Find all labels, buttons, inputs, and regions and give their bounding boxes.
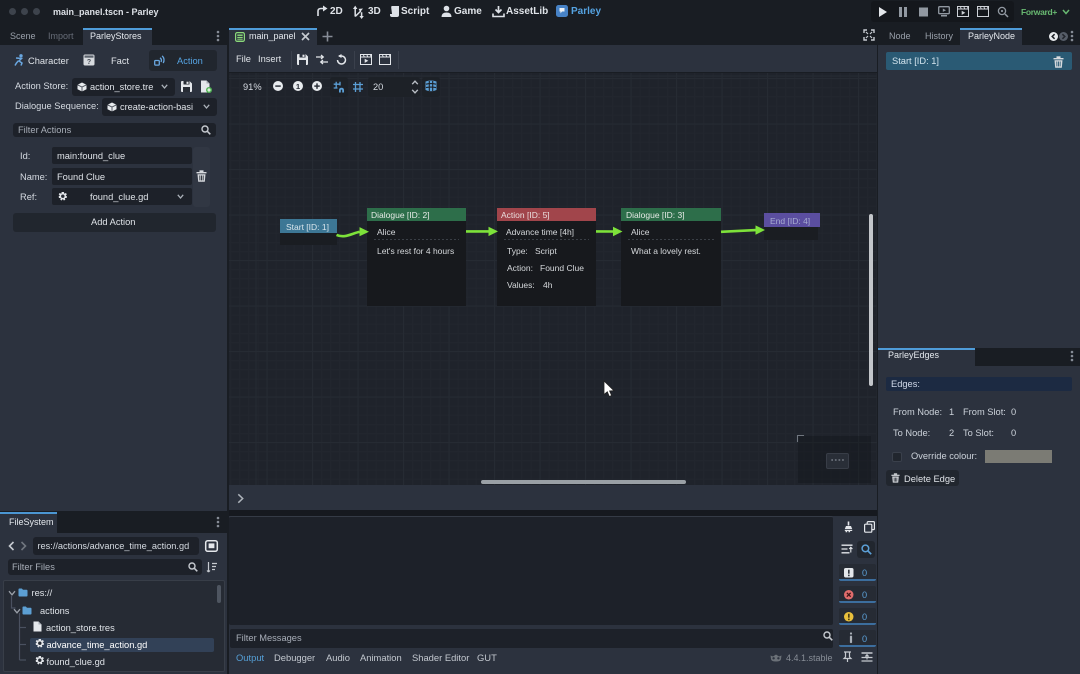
svg-text:?: ? xyxy=(87,59,91,66)
